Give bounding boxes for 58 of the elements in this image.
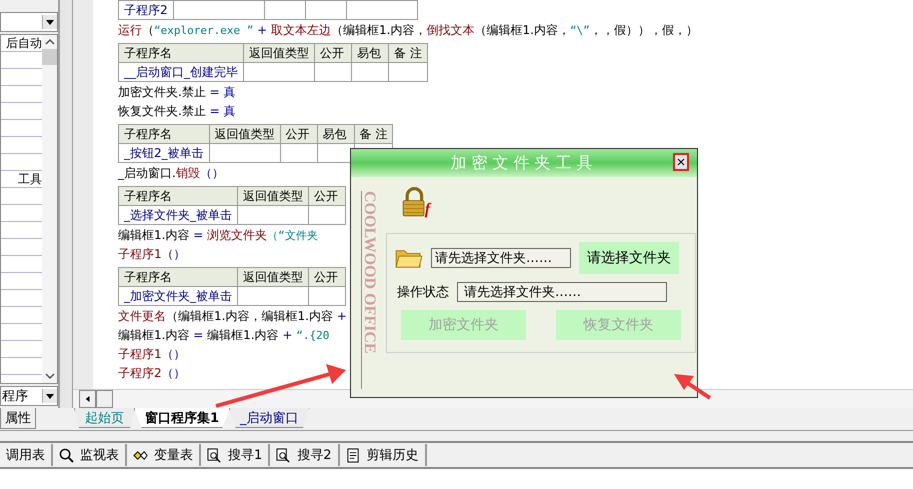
folder-path-field[interactable]: 请先选择文件夹…… bbox=[431, 248, 571, 268]
column-header: 易包 bbox=[317, 124, 354, 144]
editor-tab[interactable]: 起始页 bbox=[74, 408, 135, 428]
scroll-left-button[interactable] bbox=[79, 390, 96, 408]
table-cell: __启动窗口_创建完毕 bbox=[118, 62, 244, 82]
code-line: 加密文件夹.禁止 = 真 bbox=[118, 84, 236, 101]
column-header: 返回值类型 bbox=[244, 44, 314, 62]
editor-tab[interactable]: 窗口程序集1 bbox=[134, 408, 230, 428]
column-header: 返回值类型 bbox=[238, 268, 308, 286]
scroll-down-icon[interactable] bbox=[44, 372, 56, 380]
object-combo[interactable] bbox=[0, 12, 58, 32]
code-line: _启动窗口.销毁（） bbox=[118, 165, 224, 182]
table-cell: _按钮2_被单击 bbox=[118, 144, 210, 162]
status-field[interactable]: 请先选择文件夹…… bbox=[457, 282, 667, 302]
code-line: 编辑框1.内容 = 浏览文件夹（“文件夹 bbox=[118, 227, 318, 244]
column-header: 公开 bbox=[280, 124, 318, 144]
code-line: 子程序2（） bbox=[118, 365, 186, 382]
close-icon bbox=[676, 157, 686, 167]
code-line: 运行（“explorer.exe ” + 取文本左边（编辑框1.内容，倒找文本（编辑框1.内容，“\”，，假）），假，） bbox=[118, 22, 698, 39]
code-line: 文件更名（编辑框1.内容，编辑框1.内容 + bbox=[118, 308, 347, 325]
dialog-title: 加密文件夹工具 bbox=[450, 152, 598, 174]
column-header: 子程序名 bbox=[118, 44, 244, 62]
close-button[interactable] bbox=[673, 153, 689, 171]
column-header: 易包 bbox=[352, 44, 388, 62]
left-arrow-icon bbox=[84, 395, 90, 403]
document-search-icon bbox=[207, 448, 222, 462]
document-icon bbox=[346, 448, 361, 462]
code-line: 编辑框1.内容 = 编辑框1.内容 + “.{20 bbox=[118, 327, 330, 344]
panel-tab[interactable]: 属性 bbox=[0, 408, 36, 429]
annotation-arrow bbox=[674, 374, 712, 400]
column-header: 返回值类型 bbox=[209, 124, 280, 144]
search-icon bbox=[59, 448, 74, 462]
table-cell: _选择文件夹_被单击 bbox=[118, 206, 238, 224]
column-header: 备 注 bbox=[388, 44, 428, 62]
column-header: 公开 bbox=[314, 44, 352, 62]
document-search-icon bbox=[276, 448, 292, 462]
vertical-brand-text: COOLWOOD OFFICE bbox=[361, 191, 378, 389]
code-line: 子程序1（） bbox=[118, 346, 186, 363]
column-header: 公开 bbox=[308, 268, 346, 286]
scrollbar-thumb[interactable] bbox=[42, 49, 57, 65]
panel-splitter[interactable] bbox=[60, 0, 73, 408]
column-header: 子程序名 bbox=[118, 186, 238, 206]
type-combo[interactable]: 程序 bbox=[0, 386, 58, 406]
select-folder-button[interactable]: 请选择文件夹 bbox=[579, 242, 679, 274]
column-header: 公开 bbox=[308, 186, 346, 206]
code-line: 恢复文件夹.禁止 = 真 bbox=[118, 103, 236, 120]
column-header: 子程序名 bbox=[118, 124, 210, 144]
table-cell: 子程序2 bbox=[118, 0, 174, 20]
column-header: 返回值类型 bbox=[238, 186, 308, 206]
vertical-scrollbar[interactable] bbox=[42, 35, 57, 383]
code-line: 子程序1（） bbox=[118, 246, 186, 263]
scroll-up-icon[interactable] bbox=[44, 38, 56, 46]
table-cell: _加密文件夹_被单击 bbox=[118, 286, 238, 306]
column-header: 备 注 bbox=[354, 124, 393, 144]
folder-icon bbox=[395, 247, 423, 269]
editor-tab[interactable]: _启动窗口 bbox=[229, 408, 310, 428]
column-header: 子程序名 bbox=[118, 268, 238, 286]
status-label: 操作状态 bbox=[397, 284, 449, 301]
